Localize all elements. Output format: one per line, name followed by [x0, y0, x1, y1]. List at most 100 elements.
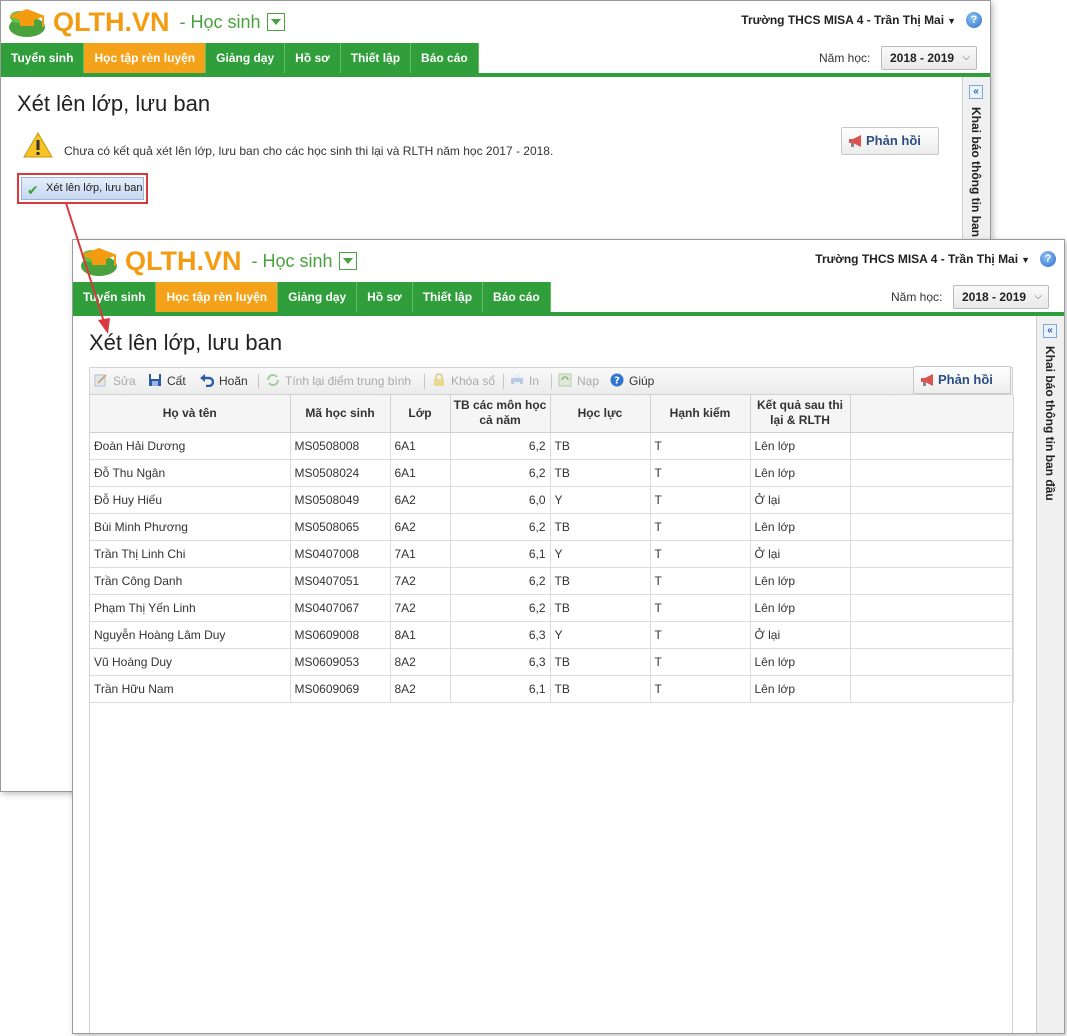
- cell-hanh-kiem[interactable]: T: [650, 621, 751, 649]
- cell-hoc-luc[interactable]: Y: [550, 621, 651, 649]
- table-row[interactable]: Bùi Minh Phương MS0508065 6A2 6,2 TB T Lên lớp: [90, 513, 1014, 541]
- cell-hanh-kiem[interactable]: T: [650, 594, 751, 622]
- cell-ket-qua[interactable]: Lên lớp: [750, 513, 851, 541]
- undo-button[interactable]: Hoãn: [200, 368, 248, 394]
- cell-ma-hoc-sinh[interactable]: MS0609008: [290, 621, 391, 649]
- tab-thiet-lap[interactable]: Thiết lập: [412, 282, 484, 312]
- cell-ho-ten[interactable]: Đỗ Thu Ngân: [90, 459, 291, 487]
- cell-hoc-luc[interactable]: Y: [550, 540, 651, 568]
- cell-ket-qua[interactable]: Lên lớp: [750, 594, 851, 622]
- table-row[interactable]: Đỗ Thu Ngân MS0508024 6A1 6,2 TB T Lên lớp: [90, 459, 1014, 487]
- cell-hanh-kiem[interactable]: T: [650, 513, 751, 541]
- cell-ket-qua[interactable]: Lên lớp: [750, 459, 851, 487]
- cell-ho-ten[interactable]: Vũ Hoàng Duy: [90, 648, 291, 676]
- help-icon[interactable]: ?: [966, 12, 982, 28]
- cell-tb-ca-nam[interactable]: 6,2: [450, 432, 551, 460]
- cell-lop[interactable]: 7A2: [390, 594, 451, 622]
- cell-hanh-kiem[interactable]: T: [650, 648, 751, 676]
- cell-lop[interactable]: 6A2: [390, 486, 451, 514]
- reload-button[interactable]: Nạp: [558, 368, 599, 394]
- cell-tb-ca-nam[interactable]: 6,3: [450, 621, 551, 649]
- table-row[interactable]: Vũ Hoàng Duy MS0609053 8A2 6,3 TB T Lên lớp: [90, 648, 1014, 676]
- tab-hoc-tap-ren-luyen[interactable]: Học tập rèn luyện: [84, 43, 207, 73]
- table-row[interactable]: Đỗ Huy Hiếu MS0508049 6A2 6,0 Y T Ở lại: [90, 486, 1014, 514]
- table-row[interactable]: Trần Công Danh MS0407051 7A2 6,2 TB T Lên lớp: [90, 567, 1014, 595]
- tab-ho-so[interactable]: Hồ sơ: [357, 282, 413, 312]
- column-header-hoc-luc[interactable]: Học lực: [550, 395, 651, 433]
- column-header-hanh-kiem[interactable]: Hạnh kiểm: [650, 395, 751, 433]
- cell-lop[interactable]: 6A1: [390, 432, 451, 460]
- tab-thiet-lap[interactable]: Thiết lập: [340, 43, 412, 73]
- cell-hoc-luc[interactable]: TB: [550, 567, 651, 595]
- tab-tuyen-sinh[interactable]: Tuyển sinh: [73, 282, 157, 312]
- xet-len-lop-button[interactable]: ✔ Xét lên lớp, lưu ban: [21, 177, 144, 200]
- cell-lop[interactable]: 6A1: [390, 459, 451, 487]
- cell-hanh-kiem[interactable]: T: [650, 567, 751, 595]
- cell-tb-ca-nam[interactable]: 6,2: [450, 567, 551, 595]
- cell-hanh-kiem[interactable]: T: [650, 675, 751, 703]
- cell-ho-ten[interactable]: Trần Thị Linh Chi: [90, 540, 291, 568]
- column-header-ho-ten[interactable]: Họ và tên: [90, 395, 291, 433]
- cell-lop[interactable]: 8A1: [390, 621, 451, 649]
- cell-ho-ten[interactable]: Nguyễn Hoàng Lâm Duy: [90, 621, 291, 649]
- tab-ho-so[interactable]: Hồ sơ: [285, 43, 341, 73]
- cell-tb-ca-nam[interactable]: 6,1: [450, 675, 551, 703]
- cell-ket-qua[interactable]: Ở lại: [750, 621, 851, 649]
- recalculate-button[interactable]: Tính lại điểm trung bình: [266, 368, 411, 394]
- cell-lop[interactable]: 7A1: [390, 540, 451, 568]
- tab-hoc-tap-ren-luyen[interactable]: Học tập rèn luyện: [156, 282, 279, 312]
- cell-hanh-kiem[interactable]: T: [650, 540, 751, 568]
- edit-button[interactable]: Sửa: [94, 368, 136, 394]
- cell-ho-ten[interactable]: Bùi Minh Phương: [90, 513, 291, 541]
- cell-hanh-kiem[interactable]: T: [650, 486, 751, 514]
- year-select[interactable]: 2018 - 2019 ⌵: [881, 46, 977, 70]
- cell-ho-ten[interactable]: Trần Công Danh: [90, 567, 291, 595]
- cell-ma-hoc-sinh[interactable]: MS0407051: [290, 567, 391, 595]
- side-panel-label[interactable]: Khai báo thông tin ban đầu: [1043, 346, 1057, 501]
- cell-hoc-luc[interactable]: TB: [550, 594, 651, 622]
- column-header-tb-ca-nam[interactable]: TB các môn học cả năm: [450, 395, 551, 433]
- help-icon[interactable]: ?: [1040, 251, 1056, 267]
- cell-ma-hoc-sinh[interactable]: MS0407067: [290, 594, 391, 622]
- cell-ma-hoc-sinh[interactable]: MS0508065: [290, 513, 391, 541]
- feedback-button[interactable]: Phản hồi: [913, 366, 1011, 394]
- help-button[interactable]: ? Giúp: [610, 368, 654, 394]
- logo[interactable]: QLTH.VN - Học sinh: [5, 5, 285, 39]
- cell-hoc-luc[interactable]: Y: [550, 486, 651, 514]
- cell-hoc-luc[interactable]: TB: [550, 675, 651, 703]
- cell-ket-qua[interactable]: Lên lớp: [750, 675, 851, 703]
- cell-tb-ca-nam[interactable]: 6,3: [450, 648, 551, 676]
- table-row[interactable]: Trần Hữu Nam MS0609069 8A2 6,1 TB T Lên lớp: [90, 675, 1014, 703]
- cell-hoc-luc[interactable]: TB: [550, 459, 651, 487]
- cell-lop[interactable]: 8A2: [390, 648, 451, 676]
- cell-hanh-kiem[interactable]: T: [650, 432, 751, 460]
- school-user-menu[interactable]: Trường THCS MISA 4 - Trần Thị Mai ▼: [815, 252, 1030, 266]
- cell-ma-hoc-sinh[interactable]: MS0407008: [290, 540, 391, 568]
- column-header-lop[interactable]: Lớp: [390, 395, 451, 433]
- cell-ho-ten[interactable]: Đoàn Hải Dương: [90, 432, 291, 460]
- tab-bao-cao[interactable]: Báo cáo: [483, 282, 551, 312]
- cell-ket-qua[interactable]: Ở lại: [750, 486, 851, 514]
- cell-ket-qua[interactable]: Lên lớp: [750, 567, 851, 595]
- cell-lop[interactable]: 8A2: [390, 675, 451, 703]
- save-button[interactable]: Cất: [148, 368, 186, 394]
- cell-tb-ca-nam[interactable]: 6,1: [450, 540, 551, 568]
- cell-lop[interactable]: 7A2: [390, 567, 451, 595]
- cell-tb-ca-nam[interactable]: 6,2: [450, 594, 551, 622]
- collapse-left-icon[interactable]: «: [969, 85, 983, 99]
- tab-giang-day[interactable]: Giảng dạy: [278, 282, 358, 312]
- tab-giang-day[interactable]: Giảng dạy: [206, 43, 286, 73]
- cell-ma-hoc-sinh[interactable]: MS0508008: [290, 432, 391, 460]
- column-header-ket-qua[interactable]: Kết quả sau thi lại & RLTH: [750, 395, 851, 433]
- cell-lop[interactable]: 6A2: [390, 513, 451, 541]
- table-row[interactable]: Nguyễn Hoàng Lâm Duy MS0609008 8A1 6,3 Y T Ở l…: [90, 621, 1014, 649]
- side-panel-label[interactable]: Khai báo thông tin ban đ: [969, 107, 983, 248]
- school-user-menu[interactable]: Trường THCS MISA 4 - Trần Thị Mai ▼: [741, 13, 956, 27]
- print-button[interactable]: In: [510, 368, 539, 394]
- cell-tb-ca-nam[interactable]: 6,2: [450, 513, 551, 541]
- cell-ma-hoc-sinh[interactable]: MS0609069: [290, 675, 391, 703]
- lock-book-button[interactable]: Khóa sổ: [432, 368, 495, 394]
- tab-bao-cao[interactable]: Báo cáo: [411, 43, 479, 73]
- table-row[interactable]: Phạm Thị Yến Linh MS0407067 7A2 6,2 TB T Lên l…: [90, 594, 1014, 622]
- cell-hoc-luc[interactable]: TB: [550, 513, 651, 541]
